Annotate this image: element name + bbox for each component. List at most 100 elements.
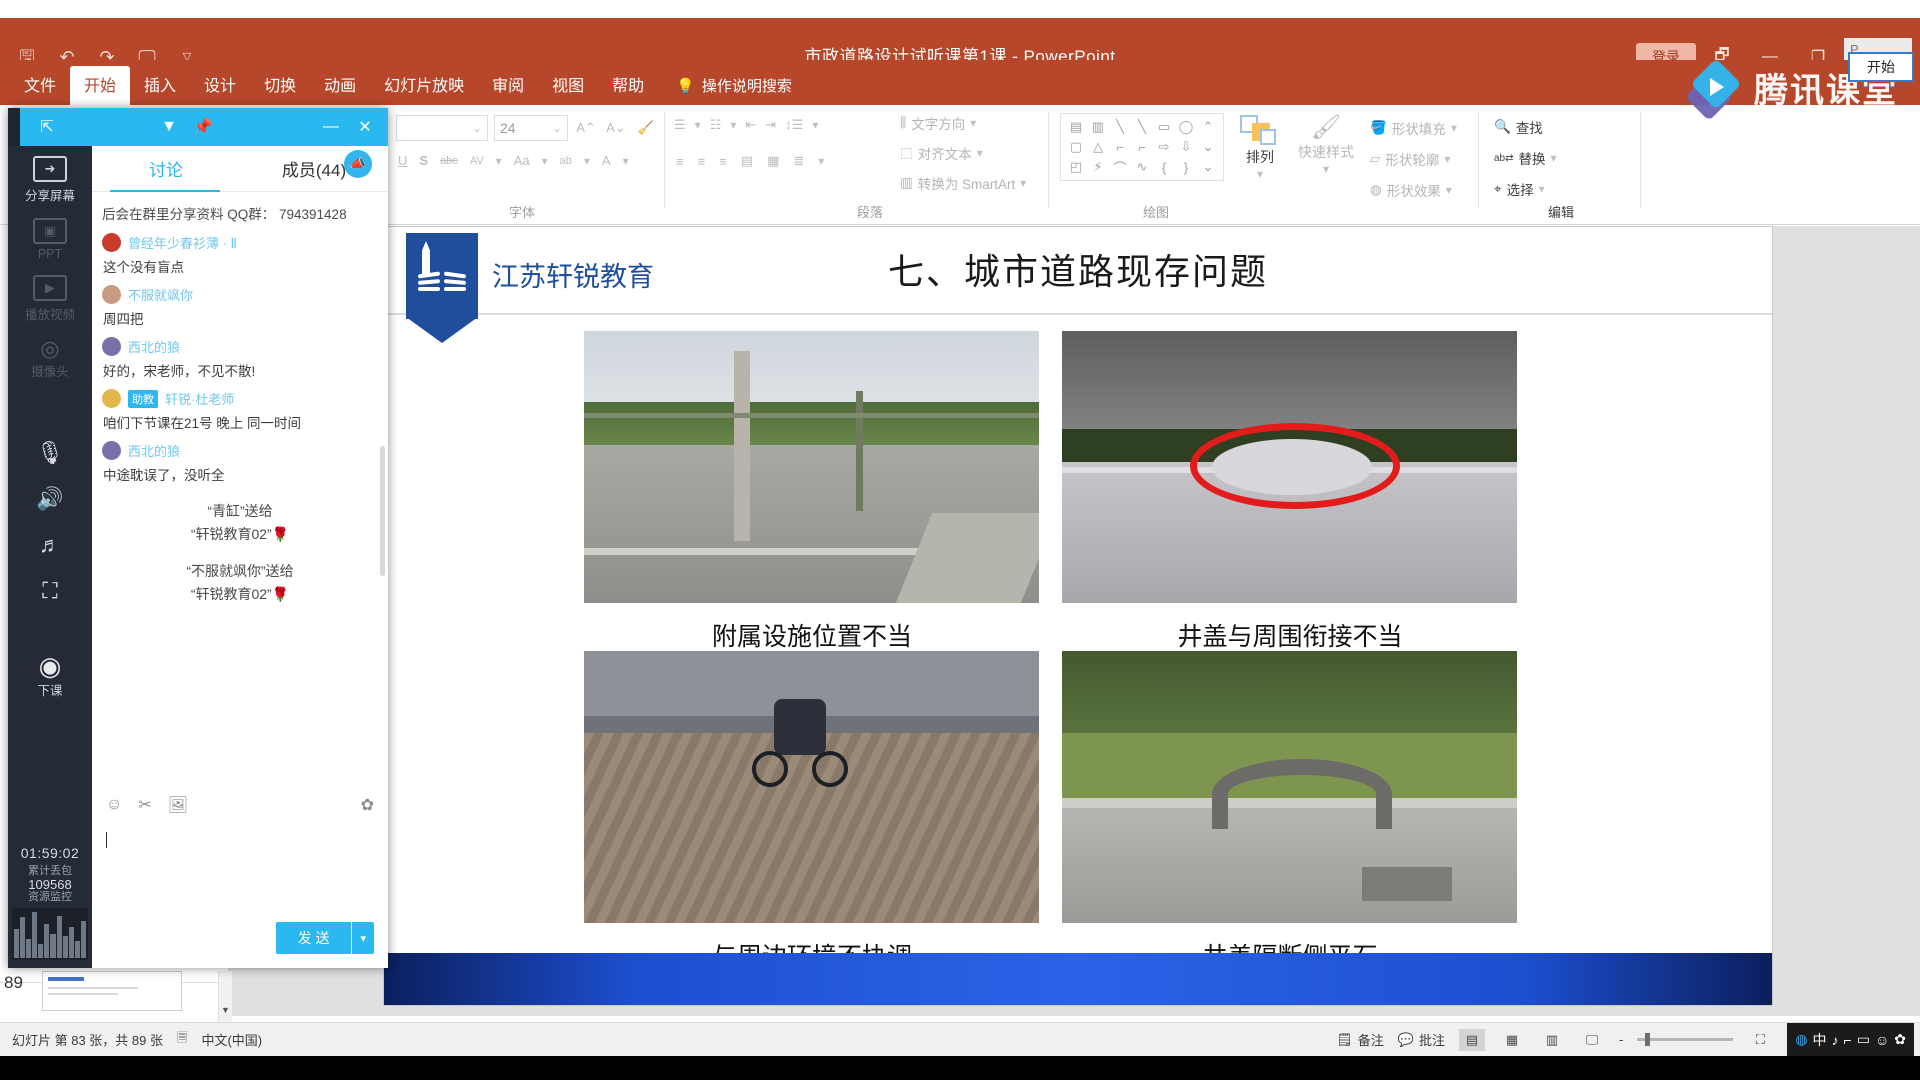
ime-mode[interactable]: 中 bbox=[1813, 1030, 1827, 1050]
tab-animations[interactable]: 动画 bbox=[310, 66, 370, 105]
chat-username[interactable]: 轩锐·杜老师 bbox=[165, 389, 234, 408]
chat-scrollbar[interactable] bbox=[380, 446, 385, 576]
slide[interactable]: 江苏轩锐教育 七、城市道路现存问题 附属设施位置不当 井盖与周围衔接不当 bbox=[383, 226, 1773, 1006]
ime-punct-icon[interactable]: ⌐ bbox=[1844, 1032, 1852, 1048]
reading-view-icon[interactable]: ▥ bbox=[1539, 1029, 1565, 1051]
notes-button[interactable]: 🗒 备注 bbox=[1336, 1030, 1384, 1049]
shape-fill-button[interactable]: 🪣 形状填充 ▾ bbox=[1370, 116, 1457, 140]
tool-play-video[interactable]: ▶ 播放视频 bbox=[15, 275, 85, 323]
quick-styles-label[interactable]: 快速样式 bbox=[1298, 142, 1354, 162]
align-center-icon[interactable]: ≡ bbox=[698, 154, 706, 169]
decrease-indent-icon[interactable]: ⇤ bbox=[745, 117, 756, 133]
bulleted-list-icon[interactable]: ☰ bbox=[674, 117, 686, 133]
pin-icon[interactable]: 📌 bbox=[186, 108, 220, 146]
chat-username[interactable]: 曾经年少春衫薄 · Ⅱ bbox=[128, 233, 237, 252]
arrange-dropdown-icon[interactable]: ▾ bbox=[1257, 167, 1263, 181]
tab-insert[interactable]: 插入 bbox=[130, 66, 190, 105]
tell-me-search[interactable]: 💡 操作说明搜索 bbox=[658, 69, 802, 105]
numbering-dropdown-icon[interactable]: ▾ bbox=[730, 118, 736, 132]
change-case-icon[interactable]: Aa bbox=[514, 153, 530, 168]
columns-icon[interactable]: ▦ bbox=[767, 153, 779, 169]
text-direction-button[interactable]: ⫼ 文字方向 ▾ bbox=[900, 111, 976, 135]
line-spacing-icon[interactable]: ↕☰ bbox=[785, 117, 803, 133]
text-distribute-icon[interactable]: ≣ bbox=[793, 153, 804, 169]
quick-styles-dropdown-icon[interactable]: ▾ bbox=[1323, 162, 1329, 176]
shape-effects-button[interactable]: ◍ 形状效果 ▾ bbox=[1370, 178, 1457, 202]
tab-discussion[interactable]: 讨论 bbox=[92, 146, 240, 191]
slide-sorter-icon[interactable]: ▦ bbox=[1499, 1029, 1525, 1051]
send-button[interactable]: 发 送 bbox=[275, 922, 352, 954]
replace-button[interactable]: ab⇄ 替换 ▾ bbox=[1494, 146, 1557, 170]
image-icon[interactable]: 🖼 bbox=[168, 795, 188, 815]
tool-fullscreen[interactable]: ⛶ bbox=[15, 578, 85, 604]
shape-outline-button[interactable]: ▱ 形状轮廓 ▾ bbox=[1370, 147, 1457, 171]
tab-help[interactable]: 帮助 bbox=[598, 66, 658, 105]
start-popup-button[interactable]: 开始 bbox=[1848, 52, 1914, 82]
minimize-icon[interactable]: — bbox=[314, 108, 348, 146]
text-highlight-icon[interactable]: ab bbox=[560, 155, 572, 167]
character-spacing-icon[interactable]: AV bbox=[470, 155, 484, 167]
tool-speaker[interactable]: 🔊 bbox=[15, 486, 85, 512]
font-color-icon[interactable]: A bbox=[602, 153, 611, 168]
tool-microphone[interactable]: 🎙 bbox=[15, 440, 85, 466]
align-text-button[interactable]: ⬚ 对齐文本 ▾ bbox=[900, 141, 983, 165]
tab-home[interactable]: 开始 bbox=[70, 66, 131, 105]
shrink-font-icon[interactable]: A⌄ bbox=[604, 120, 628, 136]
chat-username[interactable]: 西北的狼 bbox=[128, 441, 180, 460]
tab-view[interactable]: 视图 bbox=[538, 66, 598, 105]
font-size-combo[interactable]: 24 ⌄ bbox=[494, 115, 568, 141]
comments-button[interactable]: 💬 批注 bbox=[1398, 1030, 1445, 1049]
strikethrough-icon[interactable]: abc bbox=[440, 155, 458, 167]
ime-keyboard-icon[interactable]: ▭ bbox=[1857, 1031, 1870, 1048]
tab-slideshow[interactable]: 幻灯片放映 bbox=[370, 66, 478, 105]
tab-review[interactable]: 审阅 bbox=[478, 66, 538, 105]
fit-to-window-icon[interactable]: ⛶ bbox=[1747, 1029, 1773, 1051]
spacing-dropdown-icon[interactable]: ▾ bbox=[496, 154, 502, 168]
tool-share-screen[interactable]: ➜ 分享屏幕 bbox=[15, 156, 85, 204]
case-dropdown-icon[interactable]: ▾ bbox=[542, 154, 548, 168]
bullets-dropdown-icon[interactable]: ▾ bbox=[695, 118, 701, 132]
announcement-icon[interactable]: 📣 bbox=[344, 150, 372, 178]
tool-ppt[interactable]: ▣ PPT bbox=[15, 218, 85, 261]
text-shadow-icon[interactable]: S bbox=[419, 153, 428, 168]
emoji-icon[interactable]: ☺ bbox=[106, 796, 122, 814]
ime-globe-icon[interactable]: ◍ bbox=[1795, 1031, 1807, 1048]
ime-smiley-icon[interactable]: ☺ bbox=[1875, 1032, 1889, 1048]
ime-tone-icon[interactable]: ♪ bbox=[1832, 1032, 1839, 1048]
align-left-icon[interactable]: ≡ bbox=[676, 154, 684, 169]
close-icon[interactable]: ✕ bbox=[348, 108, 382, 146]
screenshot-icon[interactable]: ✂ bbox=[138, 795, 151, 815]
arrange-label[interactable]: 排列 bbox=[1246, 147, 1274, 167]
highlight-dropdown-icon[interactable]: ▾ bbox=[584, 154, 590, 168]
tab-design[interactable]: 设计 bbox=[190, 66, 250, 105]
share-screen-icon[interactable]: ⇱ bbox=[30, 108, 64, 146]
chat-username[interactable]: 西北的狼 bbox=[128, 337, 180, 356]
normal-view-icon[interactable]: ▤ bbox=[1458, 1028, 1485, 1051]
chat-username[interactable]: 不服就飒你 bbox=[128, 285, 193, 304]
zoom-out-button[interactable]: - bbox=[1619, 1032, 1623, 1047]
language-indicator[interactable]: 中文(中国) bbox=[187, 1030, 262, 1049]
settings-gear-icon[interactable]: ✿ bbox=[361, 795, 374, 815]
tab-file[interactable]: 文件 bbox=[10, 66, 70, 105]
chevron-down-icon[interactable]: ▾ bbox=[351, 922, 374, 954]
thumbnail-item[interactable] bbox=[42, 971, 182, 1011]
justify-icon[interactable]: ▤ bbox=[741, 153, 753, 169]
clear-formatting-icon[interactable]: 🧹 bbox=[634, 120, 658, 136]
numbered-list-icon[interactable]: ☷ bbox=[710, 117, 722, 133]
underline-icon[interactable]: U bbox=[398, 153, 407, 168]
shapes-gallery[interactable]: ▤ ▥ ╲ ╲ ▭ ◯ ⌃ ▢ △ ⌐ ⌐ ⇨ ⇩ ⌄ ◰ ⚡ ⌒ ∿ {} ⌄ bbox=[1060, 113, 1224, 181]
convert-smartart-button[interactable]: ▥ 转换为 SmartArt ▾ bbox=[900, 171, 1026, 195]
tool-end-class[interactable]: ◉ 下课 bbox=[15, 652, 85, 699]
ime-toolbox-icon[interactable]: ✿ bbox=[1894, 1031, 1906, 1048]
font-color-dropdown-icon[interactable]: ▾ bbox=[623, 154, 629, 168]
ime-status-tray[interactable]: ◍ 中 ♪ ⌐ ▭ ☺ ✿ bbox=[1787, 1022, 1914, 1057]
tab-transitions[interactable]: 切换 bbox=[250, 66, 310, 105]
chevron-down-icon[interactable]: ▼ bbox=[152, 108, 186, 146]
zoom-slider[interactable] bbox=[1637, 1033, 1734, 1046]
grow-font-icon[interactable]: A⌃ bbox=[574, 120, 598, 136]
distribute-dropdown-icon[interactable]: ▾ bbox=[818, 154, 824, 168]
line-spacing-dropdown-icon[interactable]: ▾ bbox=[812, 118, 818, 132]
font-name-combo[interactable]: ⌄ bbox=[396, 115, 488, 141]
thumbnail-scrollbar[interactable]: ▼ bbox=[218, 971, 232, 1023]
chat-message-list[interactable]: 后会在群里分享资料 QQ群： 794391428 曾经年少春衫薄 · Ⅱ 这个没… bbox=[92, 193, 388, 783]
